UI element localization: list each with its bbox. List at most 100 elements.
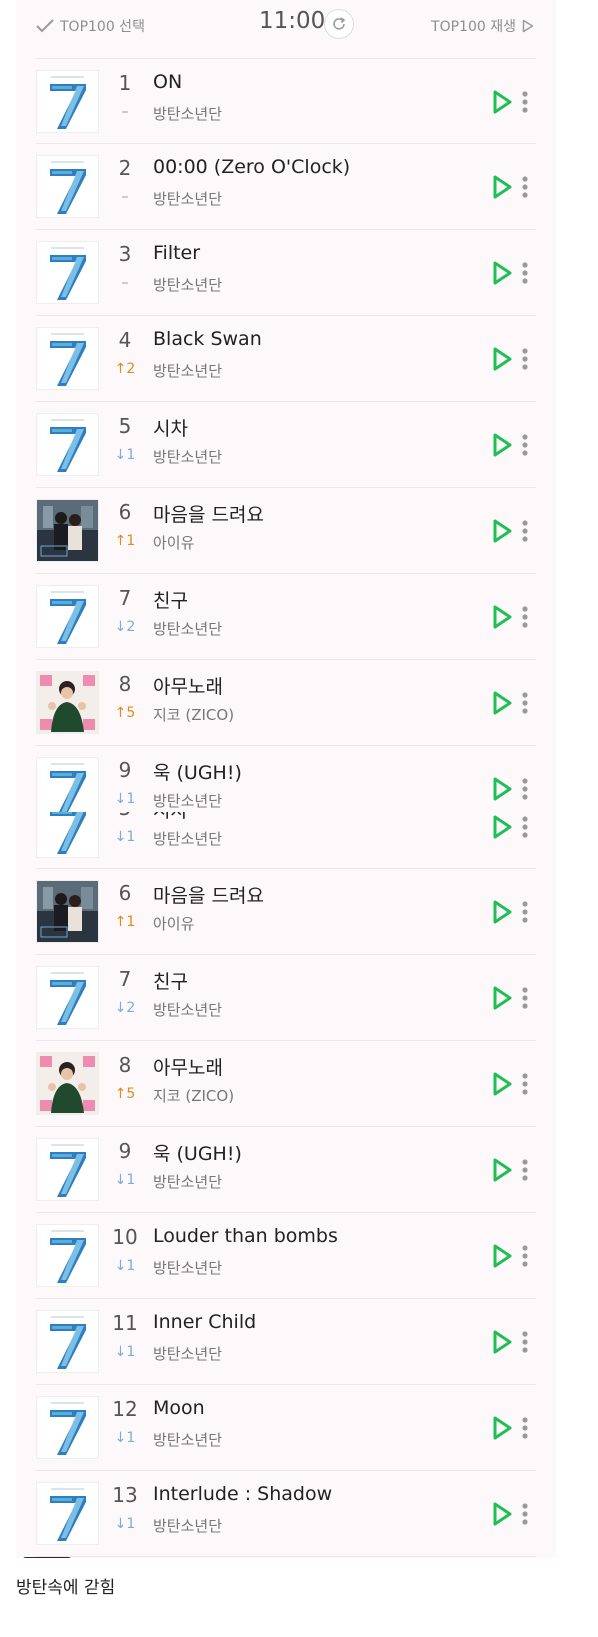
play-song-button[interactable]: [488, 602, 516, 632]
album-thumbnail[interactable]: [36, 1396, 99, 1459]
song-row[interactable]: 11 ↓1 Inner Child 방탄소년단: [36, 1299, 536, 1385]
top100-play-button[interactable]: TOP100 재생: [431, 14, 534, 38]
play-song-button[interactable]: [488, 1499, 516, 1529]
song-title[interactable]: Inner Child: [153, 1311, 256, 1333]
play-song-button[interactable]: [488, 172, 516, 202]
album-thumbnail[interactable]: [36, 1482, 99, 1545]
album-thumbnail[interactable]: [36, 499, 99, 562]
song-row[interactable]: 6 ↑1 마음을 드려요 아이유: [36, 869, 536, 955]
more-options-button[interactable]: [514, 1413, 536, 1443]
play-song-button[interactable]: [488, 344, 516, 374]
more-options-button[interactable]: [514, 688, 536, 718]
song-title[interactable]: Filter: [153, 242, 200, 264]
album-thumbnail[interactable]: [36, 1138, 99, 1201]
album-thumbnail[interactable]: [36, 585, 99, 648]
play-song-button[interactable]: [488, 1069, 516, 1099]
song-row[interactable]: 7 ↓2 친구 방탄소년단: [36, 574, 536, 660]
song-artist[interactable]: 방탄소년단: [153, 360, 222, 381]
song-artist[interactable]: 아이유: [153, 913, 194, 934]
song-title[interactable]: 욱 (UGH!): [153, 1139, 242, 1166]
song-row[interactable]: 6 ↑1 마음을 드려요 아이유: [36, 488, 536, 574]
more-options-button[interactable]: [514, 602, 536, 632]
play-song-button[interactable]: [488, 258, 516, 288]
refresh-button[interactable]: [324, 9, 354, 39]
play-song-button[interactable]: [488, 983, 516, 1013]
album-thumbnail[interactable]: [36, 1052, 99, 1115]
song-title[interactable]: 마음을 드려요: [153, 500, 264, 527]
more-options-button[interactable]: [514, 812, 536, 842]
play-song-button[interactable]: [488, 774, 516, 804]
song-title[interactable]: 시차: [153, 414, 188, 441]
song-title[interactable]: 욱 (UGH!): [153, 758, 242, 785]
song-title[interactable]: Interlude : Shadow: [153, 1483, 332, 1505]
song-row[interactable]: 4 ↑2 Black Swan 방탄소년단: [36, 316, 536, 402]
play-song-button[interactable]: [488, 430, 516, 460]
album-thumbnail[interactable]: [36, 1310, 99, 1373]
more-options-button[interactable]: [514, 516, 536, 546]
song-artist[interactable]: 지코 (ZICO): [153, 704, 234, 725]
song-title[interactable]: 마음을 드려요: [153, 881, 264, 908]
album-thumbnail[interactable]: [36, 880, 99, 943]
play-song-button[interactable]: [488, 812, 516, 842]
song-artist[interactable]: 방탄소년단: [153, 1257, 222, 1278]
play-song-button[interactable]: [488, 1155, 516, 1185]
more-options-button[interactable]: [514, 258, 536, 288]
more-options-button[interactable]: [514, 983, 536, 1013]
song-row[interactable]: 5 ↓1 시차방탄소년단: [36, 402, 536, 488]
song-artist[interactable]: 방탄소년단: [153, 446, 222, 467]
play-song-button[interactable]: [488, 516, 516, 546]
more-options-button[interactable]: [514, 1069, 536, 1099]
play-song-button[interactable]: [488, 1327, 516, 1357]
album-thumbnail[interactable]: [36, 327, 99, 390]
play-song-button[interactable]: [488, 1241, 516, 1271]
more-options-button[interactable]: [514, 1241, 536, 1271]
more-options-button[interactable]: [514, 774, 536, 804]
song-row[interactable]: 3 – Filter 방탄소년단: [36, 230, 536, 316]
song-artist[interactable]: 방탄소년단: [153, 274, 222, 295]
song-artist[interactable]: 방탄소년단: [153, 1343, 222, 1364]
song-title[interactable]: Louder than bombs: [153, 1225, 338, 1247]
album-thumbnail[interactable]: [36, 70, 99, 133]
song-artist[interactable]: 방탄소년단: [153, 618, 222, 639]
song-row[interactable]: 9 ↓1 욱 (UGH!) 방탄소년단: [36, 746, 536, 812]
more-options-button[interactable]: [514, 1499, 536, 1529]
song-row[interactable]: 13 ↓1 Interlude : Shadow 방탄소년단: [36, 1471, 536, 1557]
song-row[interactable]: 8 ↑5 아무노래 지코 (ZICO): [36, 660, 536, 746]
song-title[interactable]: Moon: [153, 1397, 205, 1419]
album-thumbnail[interactable]: [36, 757, 99, 812]
song-title[interactable]: 00:00 (Zero O'Clock): [153, 156, 350, 178]
song-artist[interactable]: 방탄소년단: [153, 188, 222, 209]
song-title[interactable]: 아무노래: [153, 672, 223, 699]
song-title[interactable]: 아무노래: [153, 1053, 223, 1080]
song-row[interactable]: 8 ↑5 아무노래 지코 (ZICO): [36, 1041, 536, 1127]
song-title[interactable]: 시차: [153, 812, 188, 823]
song-artist[interactable]: 방탄소년단: [153, 1429, 222, 1450]
song-title[interactable]: 친구: [153, 967, 188, 994]
play-song-button[interactable]: [488, 1413, 516, 1443]
song-artist[interactable]: 방탄소년단: [153, 999, 222, 1020]
album-thumbnail[interactable]: [36, 413, 99, 476]
more-options-button[interactable]: [514, 172, 536, 202]
album-thumbnail[interactable]: [36, 966, 99, 1029]
song-row[interactable]: 2 – 00:00 (Zero O'Clock) 방탄소년단: [36, 144, 536, 230]
song-artist[interactable]: 방탄소년단: [153, 828, 222, 849]
song-artist[interactable]: 방탄소년단: [153, 1515, 222, 1536]
more-options-button[interactable]: [514, 87, 536, 117]
song-row[interactable]: 9 ↓1 욱 (UGH!) 방탄소년단: [36, 1127, 536, 1213]
play-song-button[interactable]: [488, 688, 516, 718]
song-row[interactable]: 5 ↓1 시차방탄소년단: [36, 812, 536, 869]
song-artist[interactable]: 방탄소년단: [153, 790, 222, 811]
song-row[interactable]: 7 ↓2 친구 방탄소년단: [36, 955, 536, 1041]
song-row[interactable]: 10 ↓1 Louder than bombs 방탄소년단: [36, 1213, 536, 1299]
play-song-button[interactable]: [488, 897, 516, 927]
play-song-button[interactable]: [488, 87, 516, 117]
album-thumbnail[interactable]: [36, 241, 99, 304]
song-row[interactable]: 12 ↓1 Moon 방탄소년단: [36, 1385, 536, 1471]
song-artist[interactable]: 지코 (ZICO): [153, 1085, 234, 1106]
album-thumbnail[interactable]: [36, 1224, 99, 1287]
more-options-button[interactable]: [514, 344, 536, 374]
album-thumbnail[interactable]: [36, 671, 99, 734]
album-thumbnail[interactable]: [36, 812, 99, 858]
song-artist[interactable]: 아이유: [153, 532, 194, 553]
more-options-button[interactable]: [514, 1155, 536, 1185]
